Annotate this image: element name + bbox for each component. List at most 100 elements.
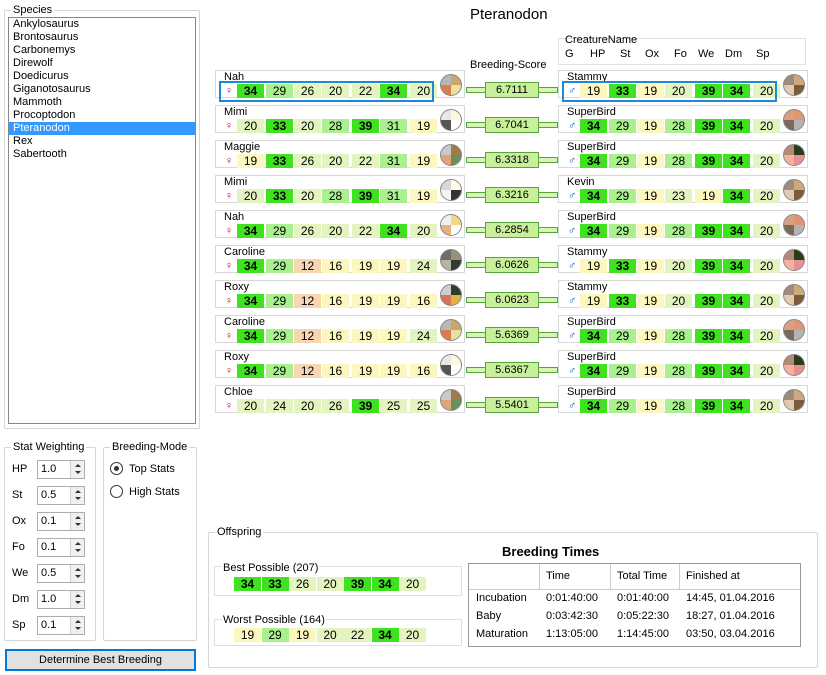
- top-stats-radio[interactable]: [110, 462, 123, 475]
- stat-cell: 20: [665, 259, 692, 273]
- female-panel[interactable]: Roxy ♀ 34 29 12 16 19 19 16: [215, 350, 465, 378]
- bt-label: Incubation: [476, 592, 527, 604]
- male-panel[interactable]: SuperBird ♂ 34 29 19 28 39 34 20: [558, 140, 808, 168]
- pair-row[interactable]: Maggie ♀ 19 33 26 20 22 31 19 6.3318 SuperBird ♂ 34 2…: [0, 140, 826, 174]
- male-panel[interactable]: SuperBird ♂ 34 29 19 28 39 34 20: [558, 315, 808, 343]
- female-panel[interactable]: Chloe ♀ 20 24 20 26 39 25 25: [215, 385, 465, 413]
- weight-input-hp[interactable]: 1.0: [37, 460, 85, 479]
- stat-cell: 20: [753, 189, 780, 203]
- spin-down-icon[interactable]: [75, 575, 81, 578]
- spin-up-icon[interactable]: [75, 620, 81, 623]
- stat-cell: 34: [580, 399, 607, 413]
- spin-up-icon[interactable]: [75, 464, 81, 467]
- stat-cell: 19: [289, 628, 316, 642]
- weight-value: 0.1: [41, 619, 57, 631]
- pair-row[interactable]: Mimi ♀ 20 33 20 28 39 31 19 6.3216 Kevin ♂ 34 29 19 23 1…: [0, 175, 826, 209]
- weight-input-dm[interactable]: 1.0: [37, 590, 85, 609]
- stat-cell: 34: [723, 294, 750, 308]
- stat-cell: 34: [580, 154, 607, 168]
- weight-spinner[interactable]: [70, 461, 84, 478]
- male-panel[interactable]: SuperBird ♂ 34 29 19 28 39 34 20: [558, 210, 808, 238]
- weight-input-sp[interactable]: 0.1: [37, 616, 85, 635]
- spin-up-icon[interactable]: [75, 594, 81, 597]
- female-panel[interactable]: Maggie ♀ 19 33 26 20 22 31 19: [215, 140, 465, 168]
- determine-best-breeding-button[interactable]: Determine Best Breeding: [5, 649, 196, 671]
- pair-row[interactable]: Roxy ♀ 34 29 12 16 19 19 16 5.6367 SuperBird ♂ 34 29 1…: [0, 350, 826, 384]
- weight-input-ox[interactable]: 0.1: [37, 512, 85, 531]
- male-panel[interactable]: SuperBird ♂ 34 29 19 28 39 34 20: [558, 385, 808, 413]
- color-wheel-icon: [440, 354, 462, 376]
- spin-down-icon[interactable]: [75, 627, 81, 630]
- spin-up-icon[interactable]: [75, 542, 81, 545]
- spin-down-icon[interactable]: [75, 523, 81, 526]
- female-panel[interactable]: Caroline ♀ 34 29 12 16 19 19 24: [215, 245, 465, 273]
- female-panel[interactable]: Nah ♀ 34 29 26 20 22 34 20: [215, 210, 465, 238]
- bt-time: 1:13:05:00: [546, 628, 598, 640]
- pair-row[interactable]: Caroline ♀ 34 29 12 16 19 19 24 5.6369 SuperBird ♂ 3…: [0, 315, 826, 349]
- male-panel[interactable]: Stammy ♂ 19 33 19 20 39 34 20: [558, 245, 808, 273]
- stat-cell: 34: [237, 259, 264, 273]
- male-panel[interactable]: Stammy ♂ 19 33 19 20 39 34 20: [558, 280, 808, 308]
- species-item[interactable]: Brontosaurus: [9, 31, 195, 44]
- weight-spinner[interactable]: [70, 617, 84, 634]
- stat-cell: 19: [352, 364, 379, 378]
- pair-row[interactable]: Chloe ♀ 20 24 20 26 39 25 25 5.5401 SuperBird ♂ 34 29…: [0, 385, 826, 419]
- pair-row[interactable]: Nah ♀ 34 29 26 20 22 34 20 6.2854 SuperBird ♂ 34 29 19…: [0, 210, 826, 244]
- spin-up-icon[interactable]: [75, 568, 81, 571]
- stat-cell: 16: [410, 364, 437, 378]
- stat-cell: 29: [266, 329, 293, 343]
- stat-cell: 29: [261, 628, 289, 642]
- weight-input-st[interactable]: 0.5: [37, 486, 85, 505]
- stat-cell: 34: [371, 628, 399, 642]
- weight-spinner[interactable]: [70, 565, 84, 582]
- weight-spinner[interactable]: [70, 539, 84, 556]
- species-item[interactable]: Ankylosaurus: [9, 18, 195, 31]
- male-stats: ♂ 34 29 19 28 39 34 20: [565, 399, 780, 414]
- female-panel[interactable]: Mimi ♀ 20 33 20 28 39 31 19: [215, 175, 465, 203]
- female-panel[interactable]: Mimi ♀ 20 33 20 28 39 31 19: [215, 105, 465, 133]
- weight-spinner[interactable]: [70, 591, 84, 608]
- male-panel[interactable]: Kevin ♂ 34 29 19 23 19 34 20: [558, 175, 808, 203]
- stat-cell: 19: [410, 119, 437, 133]
- weight-spinner[interactable]: [70, 513, 84, 530]
- stat-cell: 39: [352, 189, 379, 203]
- weight-label-st: St: [12, 489, 23, 501]
- color-wheel-icon: [783, 179, 805, 201]
- female-panel[interactable]: Caroline ♀ 34 29 12 16 19 19 24: [215, 315, 465, 343]
- stat-cell: 20: [294, 399, 321, 413]
- male-panel[interactable]: SuperBird ♂ 34 29 19 28 39 34 20: [558, 350, 808, 378]
- female-panel[interactable]: Nah ♀ 34 29 26 20 22 34 20: [215, 70, 465, 102]
- pair-row[interactable]: Nah ♀ 34 29 26 20 22 34 20 6.7111 Stammy ♂ 19 33 19 20 3…: [0, 70, 826, 104]
- spin-up-icon[interactable]: [75, 516, 81, 519]
- stat-cell: 19: [352, 294, 379, 308]
- weight-input-we[interactable]: 0.5: [37, 564, 85, 583]
- male-panel[interactable]: Stammy ♂ 19 33 19 20 39 34 20: [558, 70, 808, 102]
- pair-row[interactable]: Caroline ♀ 34 29 12 16 19 19 24 6.0626 Stammy ♂ 19 33…: [0, 245, 826, 279]
- spin-down-icon[interactable]: [75, 497, 81, 500]
- weight-input-fo[interactable]: 0.1: [37, 538, 85, 557]
- stat-cell: 34: [237, 224, 264, 238]
- spin-up-icon[interactable]: [75, 490, 81, 493]
- stat-cell: 16: [322, 259, 349, 273]
- stat-cell: 24: [410, 329, 437, 343]
- pair-row[interactable]: Roxy ♀ 34 29 12 16 19 19 16 6.0623 Stammy ♂ 19 33 19 20…: [0, 280, 826, 314]
- spin-down-icon[interactable]: [75, 601, 81, 604]
- species-item[interactable]: Direwolf: [9, 57, 195, 70]
- stat-cell: 29: [609, 154, 636, 168]
- stat-cell: 20: [753, 399, 780, 413]
- stat-cell: 20: [410, 224, 437, 238]
- spin-down-icon[interactable]: [75, 471, 81, 474]
- species-item[interactable]: Carbonemys: [9, 44, 195, 57]
- male-panel[interactable]: SuperBird ♂ 34 29 19 28 39 34 20: [558, 105, 808, 133]
- stat-cell: 16: [322, 294, 349, 308]
- female-panel[interactable]: Roxy ♀ 34 29 12 16 19 19 16: [215, 280, 465, 308]
- male-name: SuperBird: [567, 106, 616, 118]
- weight-spinner[interactable]: [70, 487, 84, 504]
- stat-cell: 28: [665, 119, 692, 133]
- male-stats: ♂ 34 29 19 28 39 34 20: [565, 224, 780, 239]
- high-stats-radio[interactable]: [110, 485, 123, 498]
- pair-row[interactable]: Mimi ♀ 20 33 20 28 39 31 19 6.7041 SuperBird ♂ 34 29 1…: [0, 105, 826, 139]
- spin-down-icon[interactable]: [75, 549, 81, 552]
- weight-value: 0.1: [41, 515, 57, 527]
- stat-cell: 29: [609, 329, 636, 343]
